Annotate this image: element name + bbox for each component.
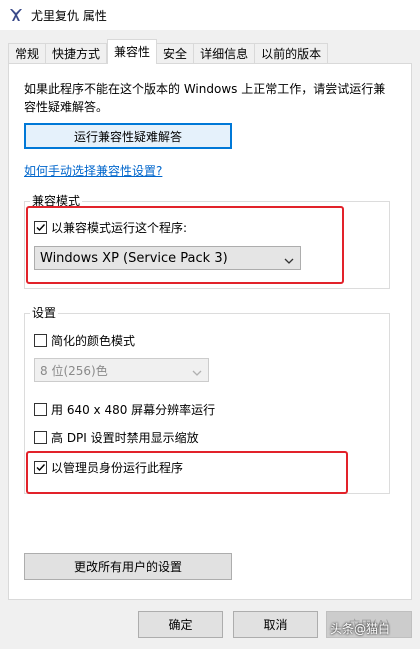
compat-mode-group-label: 兼容模式 <box>30 194 83 208</box>
compat-mode-checkbox-label: 以兼容模式运行这个程序: <box>51 221 188 235</box>
color-depth-selected: 8 位(256)色 <box>40 363 108 378</box>
os-version-dropdown[interactable]: Windows XP (Service Pack 3) <box>34 246 301 270</box>
tab-previous-versions[interactable]: 以前的版本 <box>255 43 329 64</box>
res-640-row[interactable]: 用 640 x 480 屏幕分辨率运行 <box>34 401 215 418</box>
run-as-admin-checkbox[interactable] <box>34 461 47 474</box>
cancel-button[interactable]: 取消 <box>233 611 318 638</box>
chevron-down-icon <box>284 254 294 269</box>
run-troubleshooter-button[interactable]: 运行兼容性疑难解答 <box>24 123 232 149</box>
res-640-checkbox[interactable] <box>34 403 47 416</box>
res-640-label: 用 640 x 480 屏幕分辨率运行 <box>51 403 216 417</box>
high-dpi-row[interactable]: 高 DPI 设置时禁用显示缩放 <box>34 429 199 446</box>
run-as-admin-label: 以管理员身份运行此程序 <box>51 461 184 475</box>
tab-compatibility[interactable]: 兼容性 <box>107 39 158 64</box>
tab-security[interactable]: 安全 <box>157 43 195 64</box>
compat-mode-checkbox[interactable] <box>34 221 47 234</box>
title-bar: 尤里复仇 属性 <box>0 0 420 30</box>
reduced-color-label: 简化的颜色模式 <box>51 334 136 348</box>
manual-compat-link[interactable]: 如何手动选择兼容性设置? <box>24 162 162 179</box>
run-as-admin-row[interactable]: 以管理员身份运行此程序 <box>34 459 183 476</box>
ok-button[interactable]: 确定 <box>138 611 223 638</box>
compat-intro-text: 如果此程序不能在这个版本的 Windows 上正常工作，请尝试运行兼容性疑难解答… <box>24 82 386 114</box>
tab-bar: 常规 快捷方式 兼容性 安全 详细信息 以前的版本 <box>8 39 329 64</box>
high-dpi-label: 高 DPI 设置时禁用显示缩放 <box>51 431 199 445</box>
tab-shortcut[interactable]: 快捷方式 <box>46 43 108 64</box>
compat-mode-checkbox-row[interactable]: 以兼容模式运行这个程序: <box>34 219 187 236</box>
reduced-color-checkbox[interactable] <box>34 334 47 347</box>
app-icon <box>8 7 24 23</box>
color-depth-dropdown[interactable]: 8 位(256)色 <box>34 358 209 382</box>
high-dpi-checkbox[interactable] <box>34 431 47 444</box>
reduced-color-row[interactable]: 简化的颜色模式 <box>34 332 135 349</box>
change-all-users-button[interactable]: 更改所有用户的设置 <box>24 553 232 580</box>
settings-group-label: 设置 <box>30 306 59 320</box>
window-title: 尤里复仇 属性 <box>31 8 107 23</box>
watermark: 头条@猫白 <box>330 622 391 636</box>
compat-mode-group <box>24 201 390 289</box>
tab-general[interactable]: 常规 <box>8 43 47 64</box>
os-version-selected: Windows XP (Service Pack 3) <box>40 250 228 266</box>
chevron-down-icon <box>192 366 202 380</box>
tab-details[interactable]: 详细信息 <box>194 43 256 64</box>
